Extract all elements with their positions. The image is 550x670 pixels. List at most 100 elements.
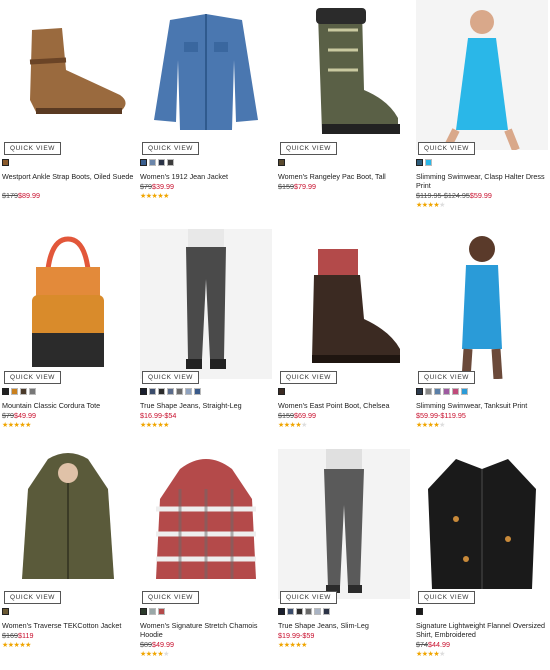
color-swatch[interactable] xyxy=(140,159,147,166)
color-swatch[interactable] xyxy=(278,159,285,166)
ankle-boot-image[interactable] xyxy=(2,0,134,150)
color-swatch[interactable] xyxy=(2,388,9,395)
quick-view-button[interactable]: QUICK VIEW xyxy=(142,142,199,155)
product-card[interactable]: QUICK VIEW True Shape Jeans, Straight-Leg… xyxy=(140,229,272,450)
product-name[interactable]: Mountain Classic Cordura Tote xyxy=(2,401,134,410)
color-swatch[interactable] xyxy=(425,388,432,395)
quick-view-button[interactable]: QUICK VIEW xyxy=(4,591,61,604)
color-swatch[interactable] xyxy=(416,608,423,615)
chelsea-boot-image[interactable] xyxy=(278,229,410,379)
color-swatch[interactable] xyxy=(452,388,459,395)
product-price: $59.99-$119.95 xyxy=(416,411,466,420)
product-card[interactable]: QUICK VIEW Westport Ankle Strap Boots, Oi… xyxy=(2,0,134,221)
halter-dress-image[interactable] xyxy=(416,0,548,150)
quick-view-button[interactable]: QUICK VIEW xyxy=(280,371,337,384)
color-swatch[interactable] xyxy=(461,388,468,395)
color-swatch[interactable] xyxy=(314,608,321,615)
pac-boot-image[interactable] xyxy=(278,0,410,150)
color-swatch[interactable] xyxy=(140,388,147,395)
flannel-shirt-image[interactable] xyxy=(416,449,548,599)
product-price: $179$89.99 xyxy=(2,191,40,200)
color-swatch[interactable] xyxy=(416,159,423,166)
star-rating[interactable]: ★★★★★ xyxy=(140,193,169,201)
star-rating[interactable]: ★★★★★ xyxy=(278,422,307,430)
color-swatch[interactable] xyxy=(158,159,165,166)
product-card[interactable]: QUICK VIEW Signature Lightweight Flannel … xyxy=(416,449,548,670)
product-name[interactable]: True Shape Jeans, Slim-Leg xyxy=(278,621,410,630)
product-name[interactable]: Women's Rangeley Pac Boot, Tall xyxy=(278,172,410,181)
chamois-hoodie-image[interactable] xyxy=(140,449,272,599)
jean-jacket-image[interactable] xyxy=(140,0,272,150)
product-name[interactable]: Women's Traverse TEKCotton Jacket xyxy=(2,621,134,630)
product-card[interactable]: QUICK VIEW Slimming Swimwear, Tanksuit Pr… xyxy=(416,229,548,450)
color-swatch[interactable] xyxy=(11,388,18,395)
star-rating[interactable]: ★★★★★ xyxy=(278,642,307,650)
color-swatch[interactable] xyxy=(278,388,285,395)
color-swatch[interactable] xyxy=(158,608,165,615)
quick-view-button[interactable]: QUICK VIEW xyxy=(280,142,337,155)
straight-jeans-image[interactable] xyxy=(140,229,272,379)
product-name[interactable]: Women's Signature Stretch Chamois Hoodie xyxy=(140,621,272,639)
color-swatch[interactable] xyxy=(323,608,330,615)
quick-view-button[interactable]: QUICK VIEW xyxy=(280,591,337,604)
color-swatch[interactable] xyxy=(158,388,165,395)
product-card[interactable]: QUICK VIEW True Shape Jeans, Slim-Leg $19.… xyxy=(278,449,410,670)
color-swatch[interactable] xyxy=(305,608,312,615)
color-swatch[interactable] xyxy=(185,388,192,395)
product-card[interactable]: QUICK VIEW Women's East Point Boot, Chels… xyxy=(278,229,410,450)
product-name[interactable]: Westport Ankle Strap Boots, Oiled Suede xyxy=(2,172,134,181)
color-swatch[interactable] xyxy=(194,388,201,395)
color-swatch[interactable] xyxy=(434,388,441,395)
color-swatches xyxy=(2,159,9,167)
color-swatch[interactable] xyxy=(149,608,156,615)
star-rating[interactable]: ★★★★★ xyxy=(416,422,445,430)
quick-view-button[interactable]: QUICK VIEW xyxy=(418,142,475,155)
color-swatch[interactable] xyxy=(296,608,303,615)
color-swatch[interactable] xyxy=(167,388,174,395)
color-swatch[interactable] xyxy=(20,388,27,395)
color-swatch[interactable] xyxy=(287,608,294,615)
quick-view-button[interactable]: QUICK VIEW xyxy=(4,371,61,384)
slim-jeans-image[interactable] xyxy=(278,449,410,599)
quick-view-button[interactable]: QUICK VIEW xyxy=(418,591,475,604)
color-swatch[interactable] xyxy=(2,608,9,615)
quick-view-button[interactable]: QUICK VIEW xyxy=(418,371,475,384)
quick-view-button[interactable]: QUICK VIEW xyxy=(142,371,199,384)
star-rating[interactable]: ★★★★★ xyxy=(2,642,31,650)
color-swatch[interactable] xyxy=(29,388,36,395)
product-name[interactable]: Women's East Point Boot, Chelsea xyxy=(278,401,410,410)
product-price: $79$49.99 xyxy=(2,411,36,420)
product-card[interactable]: QUICK VIEW Slimming Swimwear, Clasp Halte… xyxy=(416,0,548,221)
color-swatch[interactable] xyxy=(149,159,156,166)
color-swatch[interactable] xyxy=(176,388,183,395)
star-rating[interactable]: ★★★★★ xyxy=(416,202,445,210)
quick-view-button[interactable]: QUICK VIEW xyxy=(4,142,61,155)
product-card[interactable]: QUICK VIEW Women's 1912 Jean Jacket $79$39… xyxy=(140,0,272,221)
star-rating[interactable]: ★★★★★ xyxy=(140,651,169,659)
star-rating[interactable]: ★★★★★ xyxy=(2,422,31,430)
product-card[interactable]: QUICK VIEW Women's Signature Stretch Cham… xyxy=(140,449,272,670)
product-name[interactable]: Slimming Swimwear, Clasp Halter Dress Pr… xyxy=(416,172,548,190)
product-price: $169$119 xyxy=(2,631,33,640)
color-swatch[interactable] xyxy=(425,159,432,166)
star-rating[interactable]: ★★★★★ xyxy=(140,422,169,430)
product-name[interactable]: Slimming Swimwear, Tanksuit Print xyxy=(416,401,548,410)
color-swatch[interactable] xyxy=(2,159,9,166)
star-rating[interactable]: ★★★★★ xyxy=(416,651,445,659)
tote-bag-image[interactable] xyxy=(2,229,134,379)
color-swatch[interactable] xyxy=(149,388,156,395)
product-card[interactable]: QUICK VIEW Women's Rangeley Pac Boot, Tal… xyxy=(278,0,410,221)
color-swatch[interactable] xyxy=(167,159,174,166)
tanksuit-image[interactable] xyxy=(416,229,548,379)
quick-view-button[interactable]: QUICK VIEW xyxy=(142,591,199,604)
product-card[interactable]: QUICK VIEW Mountain Classic Cordura Tote $… xyxy=(2,229,134,450)
product-name[interactable]: True Shape Jeans, Straight-Leg xyxy=(140,401,272,410)
color-swatch[interactable] xyxy=(443,388,450,395)
traverse-jacket-image[interactable] xyxy=(2,449,134,599)
color-swatch[interactable] xyxy=(140,608,147,615)
color-swatch[interactable] xyxy=(416,388,423,395)
product-name[interactable]: Signature Lightweight Flannel Oversized … xyxy=(416,621,548,639)
color-swatch[interactable] xyxy=(278,608,285,615)
product-card[interactable]: QUICK VIEW Women's Traverse TEKCotton Jac… xyxy=(2,449,134,670)
product-name[interactable]: Women's 1912 Jean Jacket xyxy=(140,172,272,181)
